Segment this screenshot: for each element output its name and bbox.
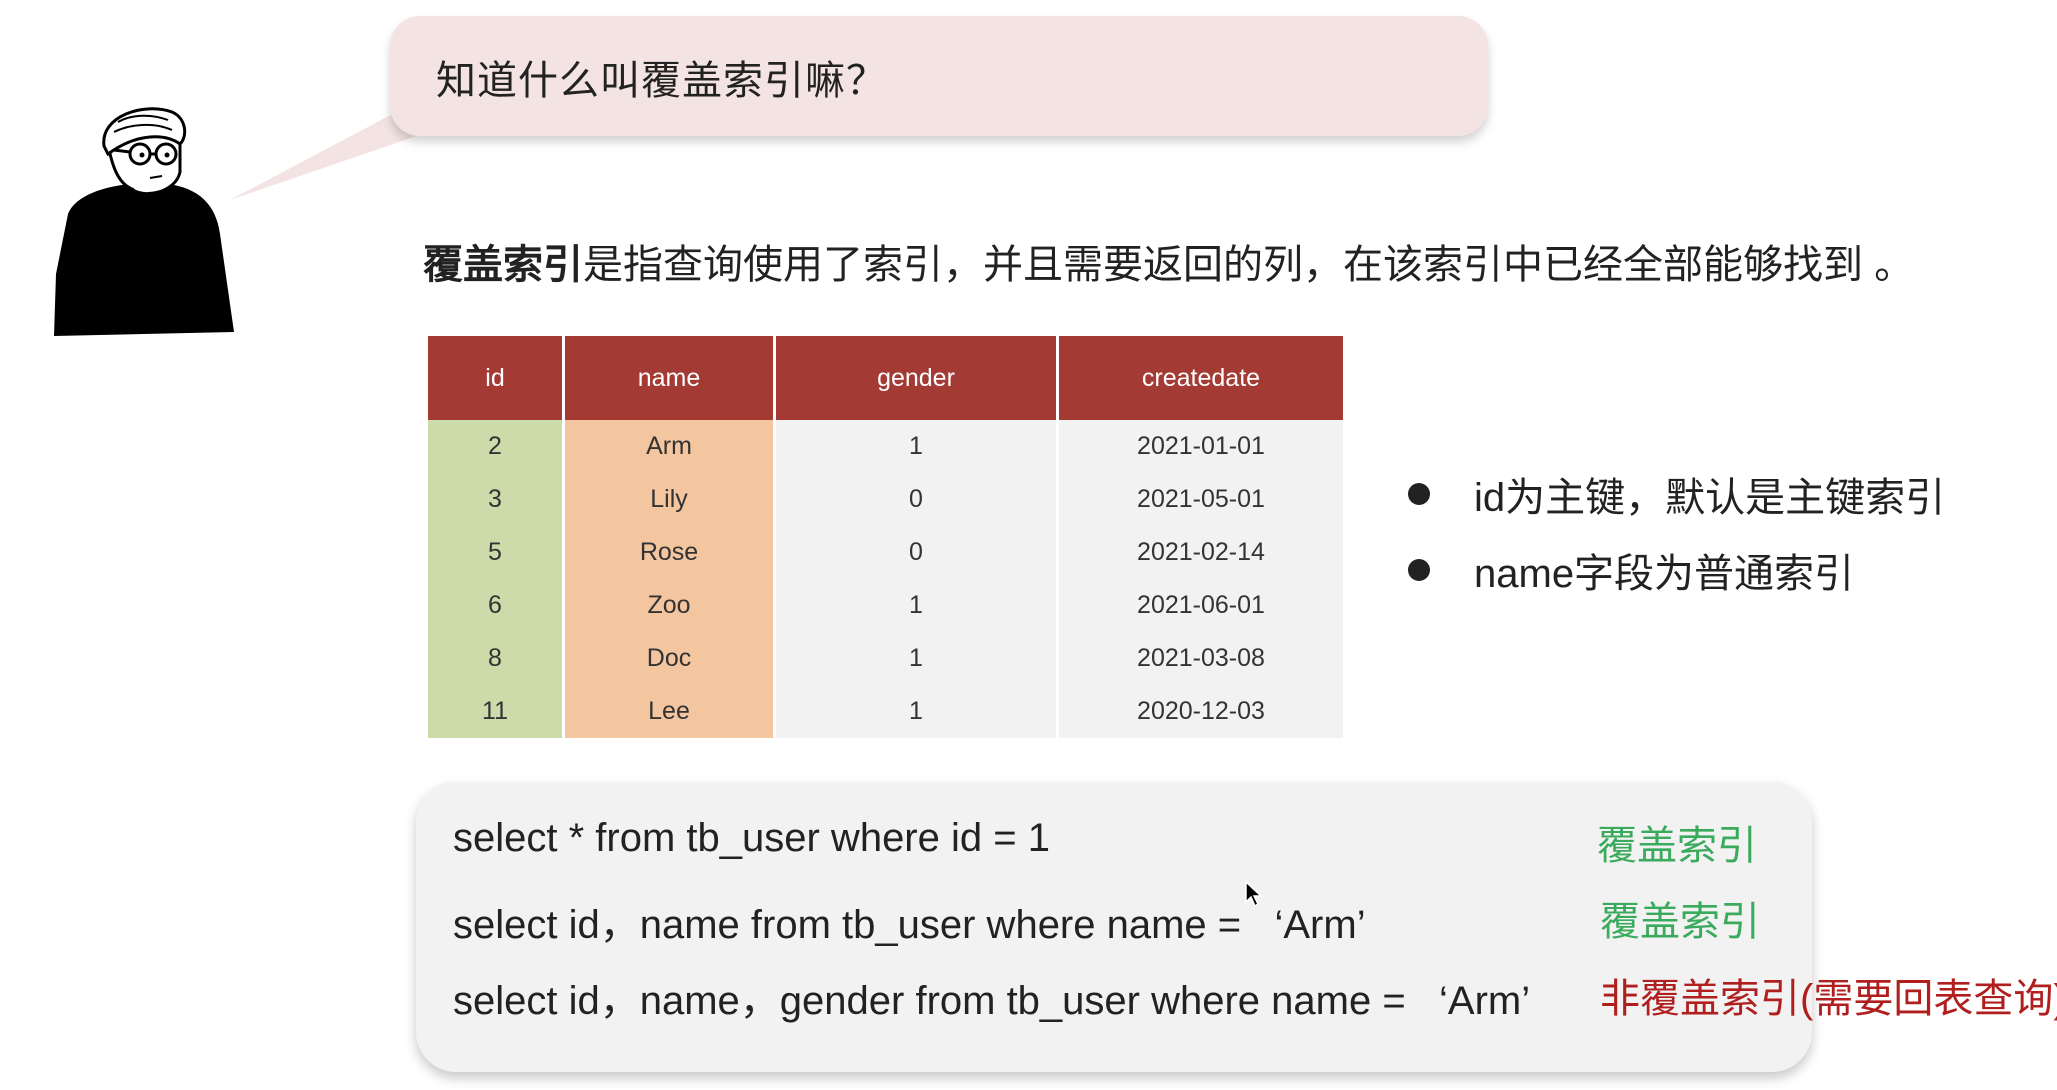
cell-createdate: 2021-06-01 bbox=[1059, 579, 1343, 632]
cell-id: 2 bbox=[428, 420, 565, 473]
cell-createdate: 2021-03-08 bbox=[1059, 632, 1343, 685]
tag-covering-index-1: 覆盖索引 bbox=[1597, 824, 1757, 868]
cell-name: Lee bbox=[565, 685, 776, 738]
cell-id: 8 bbox=[428, 632, 565, 685]
user-table: id name gender createdate 2 Arm 1 2021-0… bbox=[428, 336, 1343, 738]
note-text: id为主键，默认是主键索引 bbox=[1474, 476, 1946, 520]
table-row: 5 Rose 0 2021-02-14 bbox=[428, 526, 1343, 579]
cell-id: 5 bbox=[428, 526, 565, 579]
cell-name: Doc bbox=[565, 632, 776, 685]
teacher-avatar-icon bbox=[54, 107, 234, 336]
bullet-icon bbox=[1408, 559, 1430, 581]
index-notes: id为主键，默认是主键索引 name字段为普通索引 bbox=[1408, 456, 1945, 608]
header-gender: gender bbox=[776, 336, 1059, 420]
header-id: id bbox=[428, 336, 565, 420]
cell-id: 11 bbox=[428, 685, 565, 738]
cell-name: Zoo bbox=[565, 579, 776, 632]
cell-createdate: 2020-12-03 bbox=[1059, 685, 1343, 738]
table-row: 11 Lee 1 2020-12-03 bbox=[428, 685, 1343, 738]
tag-non-covering-index: 非覆盖索引(需要回表查询) bbox=[1600, 977, 2057, 1021]
cell-gender: 1 bbox=[776, 632, 1059, 685]
cell-gender: 0 bbox=[776, 473, 1059, 526]
definition-text: 覆盖索引是指查询使用了索引，并且需要返回的列，在该索引中已经全部能够找到 。 bbox=[423, 232, 1914, 290]
cell-gender: 1 bbox=[776, 420, 1059, 473]
list-item: id为主键，默认是主键索引 bbox=[1408, 456, 1945, 532]
table-header-row: id name gender createdate bbox=[428, 336, 1343, 420]
cell-name: Lily bbox=[565, 473, 776, 526]
header-name: name bbox=[565, 336, 776, 420]
bullet-icon bbox=[1408, 483, 1430, 505]
cell-name: Rose bbox=[565, 526, 776, 579]
list-item: name字段为普通索引 bbox=[1408, 532, 1945, 608]
note-text: name字段为普通索引 bbox=[1474, 552, 1855, 596]
sql-query-3: select id，name，gender from tb_user where… bbox=[453, 979, 1531, 1023]
cell-gender: 1 bbox=[776, 685, 1059, 738]
table-row: 3 Lily 0 2021-05-01 bbox=[428, 473, 1343, 526]
table-row: 8 Doc 1 2021-03-08 bbox=[428, 632, 1343, 685]
cell-id: 3 bbox=[428, 473, 565, 526]
table-row: 6 Zoo 1 2021-06-01 bbox=[428, 579, 1343, 632]
definition-body: 是指查询使用了索引，并且需要返回的列，在该索引中已经全部能够找到 。 bbox=[583, 243, 1915, 287]
definition-term: 覆盖索引 bbox=[423, 243, 583, 287]
sql-query-1: select * from tb_user where id = 1 bbox=[453, 816, 1050, 860]
cell-id: 6 bbox=[428, 579, 565, 632]
speech-bubble-question: 知道什么叫覆盖索引嘛？ bbox=[436, 59, 887, 103]
tag-covering-index-2: 覆盖索引 bbox=[1600, 900, 1760, 944]
mouse-cursor-icon bbox=[1245, 880, 1263, 908]
cell-name: Arm bbox=[565, 420, 776, 473]
cell-createdate: 2021-05-01 bbox=[1059, 473, 1343, 526]
cell-gender: 0 bbox=[776, 526, 1059, 579]
header-createdate: createdate bbox=[1059, 336, 1343, 420]
cell-gender: 1 bbox=[776, 579, 1059, 632]
cell-createdate: 2021-01-01 bbox=[1059, 420, 1343, 473]
table-row: 2 Arm 1 2021-01-01 bbox=[428, 420, 1343, 473]
cell-createdate: 2021-02-14 bbox=[1059, 526, 1343, 579]
sql-query-2: select id，name from tb_user where name =… bbox=[453, 903, 1366, 947]
